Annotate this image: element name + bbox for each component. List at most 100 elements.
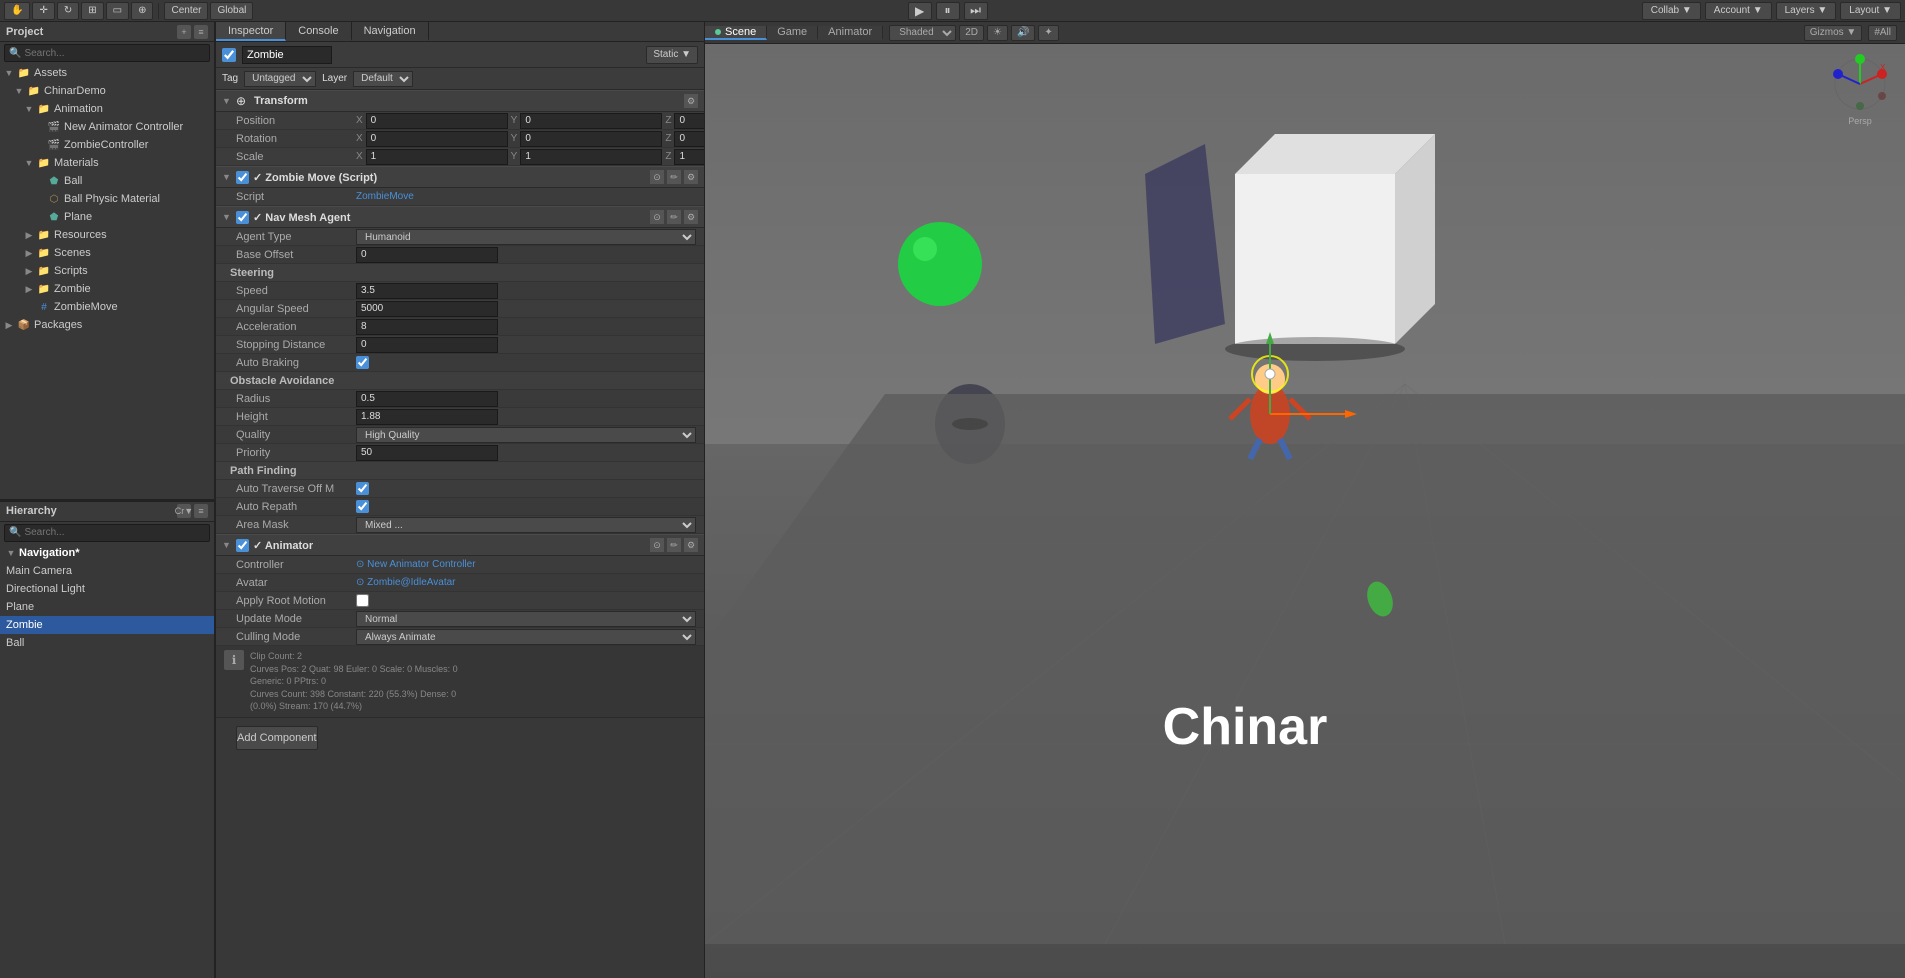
apply-root-checkbox[interactable] — [356, 594, 369, 607]
animator-enabled[interactable] — [236, 539, 249, 552]
area-mask-select[interactable]: Mixed ... — [356, 517, 696, 533]
main-camera-item[interactable]: Main Camera — [0, 562, 214, 580]
zombie-hierarchy-item[interactable]: Zombie — [0, 616, 214, 634]
scale-z-input[interactable] — [674, 149, 705, 165]
priority-input[interactable] — [356, 445, 498, 461]
scale-y-input[interactable] — [520, 149, 662, 165]
zombie-move-target-btn[interactable]: ⊙ — [650, 170, 664, 184]
animator-settings-btn[interactable]: ⚙ — [684, 538, 698, 552]
transform-header[interactable]: ▼ ⊕ Transform ⚙ — [216, 90, 704, 112]
rot-z-input[interactable] — [674, 131, 705, 147]
acceleration-input[interactable] — [356, 319, 498, 335]
agent-type-select[interactable]: Humanoid — [356, 229, 696, 245]
angular-speed-input[interactable] — [356, 301, 498, 317]
ball-item[interactable]: ⬟ Ball — [0, 172, 214, 190]
radius-input[interactable] — [356, 391, 498, 407]
animator-edit-btn[interactable]: ✏ — [667, 538, 681, 552]
speed-input[interactable] — [356, 283, 498, 299]
pos-x-input[interactable] — [366, 113, 508, 129]
navigation-tab[interactable]: Navigation — [352, 22, 429, 41]
packages-root[interactable]: ▶ 📦 Packages — [0, 316, 214, 334]
zombie-controller-item[interactable]: 🎬 ZombieController — [0, 136, 214, 154]
resources-folder[interactable]: ▶ 📁 Resources — [0, 226, 214, 244]
nav-mesh-enabled[interactable] — [236, 211, 249, 224]
navigation-root[interactable]: ▼ Navigation* — [0, 544, 214, 562]
quality-select[interactable]: High Quality — [356, 427, 696, 443]
layer-select[interactable]: Default — [353, 71, 413, 87]
lights-btn[interactable]: ☀ — [987, 25, 1008, 41]
nav-mesh-edit-btn[interactable]: ✏ — [667, 210, 681, 224]
nav-mesh-settings-btn[interactable]: ⚙ — [684, 210, 698, 224]
animator-tab[interactable]: Animator — [818, 26, 883, 40]
materials-folder[interactable]: ▼ 📁 Materials — [0, 154, 214, 172]
game-tab[interactable]: Game — [767, 26, 818, 40]
rect-tool[interactable]: ▭ — [106, 2, 129, 20]
zombie-move-item[interactable]: # ZombieMove — [0, 298, 214, 316]
gizmos-btn[interactable]: Gizmos ▼ — [1804, 25, 1863, 41]
zombie-move-header[interactable]: ▼ ✓ Zombie Move (Script) ⊙ ✏ ⚙ — [216, 166, 704, 188]
ball-hierarchy-item[interactable]: Ball — [0, 634, 214, 652]
audio-btn[interactable]: 🔊 — [1011, 25, 1035, 41]
assets-root[interactable]: ▼ 📁 Assets — [0, 64, 214, 82]
auto-repath-checkbox[interactable] — [356, 500, 369, 513]
shaded-select[interactable]: Shaded — [889, 25, 956, 41]
all-btn[interactable]: #All — [1868, 25, 1897, 41]
tag-select[interactable]: Untagged — [244, 71, 316, 87]
inspector-tab[interactable]: Inspector — [216, 22, 286, 41]
animator-header[interactable]: ▼ ✓ Animator ⊙ ✏ ⚙ — [216, 534, 704, 556]
zombie-folder[interactable]: ▶ 📁 Zombie — [0, 280, 214, 298]
account-button[interactable]: Account ▼ — [1705, 2, 1772, 20]
zombie-move-edit-btn[interactable]: ✏ — [667, 170, 681, 184]
scenes-folder[interactable]: ▶ 📁 Scenes — [0, 244, 214, 262]
rot-x-input[interactable] — [366, 131, 508, 147]
avatar-ref[interactable]: ⊙ Zombie@IdleAvatar — [356, 577, 456, 588]
pivot-btn[interactable]: Center — [164, 2, 208, 20]
new-animator-item[interactable]: 🎬 New Animator Controller — [0, 118, 214, 136]
animation-folder[interactable]: ▼ 📁 Animation — [0, 100, 214, 118]
2d-btn[interactable]: 2D — [959, 25, 984, 41]
persp-gizmo[interactable]: X Y Persp — [1825, 54, 1895, 134]
rot-y-input[interactable] — [520, 131, 662, 147]
hand-tool[interactable]: ✋ — [4, 2, 30, 20]
fx-btn[interactable]: ✦ — [1038, 25, 1058, 41]
script-ref[interactable]: ZombieMove — [356, 191, 414, 202]
hierarchy-search[interactable]: 🔍 — [4, 524, 210, 542]
hierarchy-search-input[interactable] — [24, 527, 205, 538]
controller-ref[interactable]: ⊙ New Animator Controller — [356, 559, 476, 570]
nav-mesh-header[interactable]: ▼ ✓ Nav Mesh Agent ⊙ ✏ ⚙ — [216, 206, 704, 228]
pos-z-input[interactable] — [674, 113, 705, 129]
add-component-button[interactable]: Add Component — [236, 726, 318, 750]
stopping-dist-input[interactable] — [356, 337, 498, 353]
auto-braking-checkbox[interactable] — [356, 356, 369, 369]
auto-traverse-checkbox[interactable] — [356, 482, 369, 495]
scripts-folder[interactable]: ▶ 📁 Scripts — [0, 262, 214, 280]
scale-x-input[interactable] — [366, 149, 508, 165]
space-btn[interactable]: Global — [210, 2, 253, 20]
scale-tool[interactable]: ⊞ — [81, 2, 103, 20]
height-input[interactable] — [356, 409, 498, 425]
static-button[interactable]: Static ▼ — [646, 46, 698, 64]
project-search[interactable]: 🔍 — [4, 44, 210, 62]
chinar-demo-folder[interactable]: ▼ 📁 ChinarDemo — [0, 82, 214, 100]
console-tab[interactable]: Console — [286, 22, 351, 41]
ball-physic-item[interactable]: ⬡ Ball Physic Material — [0, 190, 214, 208]
layout-button[interactable]: Layout ▼ — [1840, 2, 1901, 20]
transform-tool[interactable]: ⊕ — [131, 2, 153, 20]
zombie-move-enabled[interactable] — [236, 171, 249, 184]
collab-button[interactable]: Collab ▼ — [1642, 2, 1701, 20]
project-menu-btn[interactable]: ≡ — [194, 25, 208, 39]
pos-y-input[interactable] — [520, 113, 662, 129]
step-button[interactable]: ⏭ — [964, 2, 988, 20]
animator-target-btn[interactable]: ⊙ — [650, 538, 664, 552]
project-add-btn[interactable]: + — [177, 25, 191, 39]
hierarchy-menu-btn[interactable]: ≡ — [194, 504, 208, 518]
hierarchy-create-btn[interactable]: Cr▼ — [177, 504, 191, 518]
move-tool[interactable]: ✛ — [32, 2, 54, 20]
scene-tab[interactable]: Scene — [705, 26, 767, 40]
project-search-input[interactable] — [24, 48, 205, 59]
plane-hierarchy-item[interactable]: Plane — [0, 598, 214, 616]
go-enabled-checkbox[interactable] — [222, 48, 236, 62]
pause-button[interactable]: ⏸ — [936, 2, 960, 20]
transform-settings-btn[interactable]: ⚙ — [684, 94, 698, 108]
plane-item[interactable]: ⬟ Plane — [0, 208, 214, 226]
